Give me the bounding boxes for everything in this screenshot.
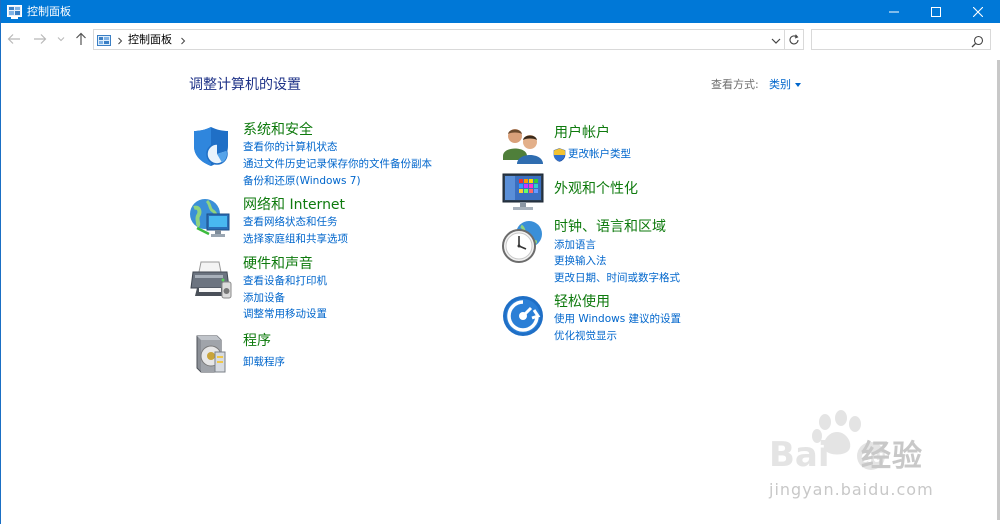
link-network-status[interactable]: 查看网络状态和任务 — [243, 215, 338, 229]
category-title-hardware-sound[interactable]: 硬件和声音 — [243, 255, 313, 273]
back-button[interactable] — [6, 31, 22, 47]
refresh-button[interactable] — [785, 29, 804, 50]
svg-text:Bai: Bai — [769, 435, 830, 475]
category-title-appearance-personalization[interactable]: 外观和个性化 — [554, 180, 638, 198]
up-button[interactable] — [73, 31, 89, 47]
minimize-icon — [889, 11, 899, 12]
link-recommended-settings[interactable]: 使用 Windows 建议的设置 — [554, 312, 681, 326]
search-box[interactable] — [811, 29, 991, 50]
arrow-right-icon — [34, 34, 47, 44]
maximize-button[interactable] — [915, 0, 957, 23]
shield-icon[interactable] — [189, 124, 233, 168]
link-file-history-backup[interactable]: 通过文件历史记录保存你的文件备份副本 — [243, 157, 432, 171]
clock-globe-icon[interactable] — [501, 220, 545, 264]
chevron-down-icon[interactable] — [769, 33, 783, 47]
link-homegroup-sharing[interactable]: 选择家庭组和共享选项 — [243, 232, 348, 246]
arrow-up-icon — [76, 32, 86, 45]
link-view-computer-status[interactable]: 查看你的计算机状态 — [243, 140, 338, 154]
maximize-icon — [931, 6, 941, 17]
chevron-down-icon — [57, 37, 65, 42]
link-optimize-visual-display[interactable]: 优化视觉显示 — [554, 329, 617, 343]
link-change-input-method[interactable]: 更换输入法 — [554, 254, 607, 268]
watermark-brand: 经验 — [861, 439, 923, 474]
forward-button[interactable] — [32, 31, 48, 47]
ease-of-access-icon[interactable] — [501, 294, 545, 338]
link-mobility-settings[interactable]: 调整常用移动设置 — [243, 307, 327, 321]
link-add-device[interactable]: 添加设备 — [243, 291, 285, 305]
page-title: 调整计算机的设置 — [189, 77, 301, 93]
category-title-network-internet[interactable]: 网络和 Internet — [243, 196, 345, 214]
monitor-icon[interactable] — [501, 170, 545, 214]
window-title: 控制面板 — [27, 5, 71, 18]
programs-icon[interactable] — [189, 332, 233, 376]
link-devices-printers[interactable]: 查看设备和打印机 — [243, 274, 327, 288]
link-backup-restore[interactable]: 备份和还原(Windows 7) — [243, 174, 361, 188]
caret-down-icon[interactable] — [795, 83, 801, 87]
chevron-right-icon[interactable] — [178, 33, 188, 47]
address-bar[interactable]: 控制面板 — [93, 29, 785, 50]
navigation-bar: 控制面板 — [1, 23, 1000, 56]
category-title-ease-of-access[interactable]: 轻松使用 — [554, 293, 610, 311]
close-icon — [973, 6, 983, 17]
view-by-label: 查看方式: — [711, 78, 759, 91]
category-title-system-security[interactable]: 系统和安全 — [243, 121, 313, 139]
search-input[interactable] — [816, 32, 966, 47]
category-title-user-accounts[interactable]: 用户帐户 — [554, 124, 610, 142]
breadcrumb-control-panel[interactable]: 控制面板 — [128, 33, 172, 47]
printer-icon[interactable] — [189, 258, 233, 302]
arrow-left-icon — [7, 34, 20, 44]
control-panel-window: 控制面板 控制面板 调整计算机的设置 查看方式: 类别 系统和安全 查看你的计算… — [0, 0, 1000, 524]
watermark-url: jingyan.baidu.com — [769, 480, 934, 499]
minimize-button[interactable] — [873, 0, 915, 23]
network-globe-icon[interactable] — [189, 196, 233, 240]
chevron-right-icon[interactable] — [115, 33, 125, 47]
link-add-language[interactable]: 添加语言 — [554, 238, 596, 252]
title-bar[interactable]: 控制面板 — [1, 0, 1000, 23]
uac-shield-icon — [553, 147, 566, 162]
link-change-date-time-format[interactable]: 更改日期、时间或数字格式 — [554, 271, 680, 285]
users-icon[interactable] — [501, 124, 545, 168]
control-panel-icon — [7, 4, 22, 19]
category-title-clock-language-region[interactable]: 时钟、语言和区域 — [554, 218, 666, 236]
refresh-icon — [789, 33, 799, 44]
view-by-dropdown[interactable]: 类别 — [769, 78, 791, 92]
link-change-account-type[interactable]: 更改帐户类型 — [568, 147, 631, 161]
recent-locations-button[interactable] — [56, 31, 66, 47]
link-uninstall-program[interactable]: 卸载程序 — [243, 355, 285, 369]
search-icon[interactable] — [971, 33, 984, 48]
control-panel-icon — [97, 33, 111, 46]
close-button[interactable] — [957, 0, 999, 23]
category-title-programs[interactable]: 程序 — [243, 332, 271, 350]
